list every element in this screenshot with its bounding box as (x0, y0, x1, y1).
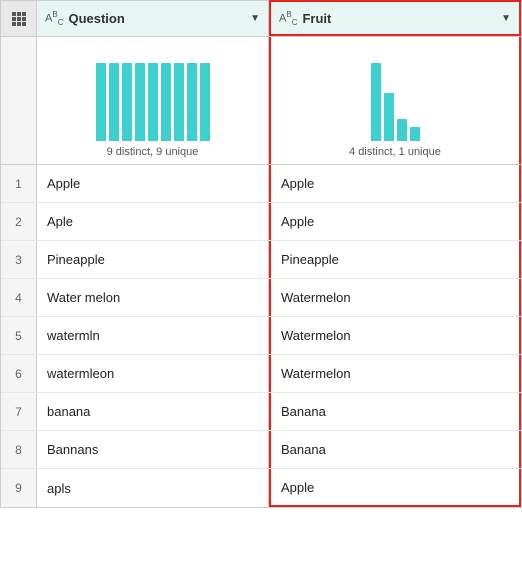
fruit-cell: Banana (269, 393, 521, 430)
table-row: 1 Apple Apple (1, 165, 521, 203)
fruit-bar-3 (397, 119, 407, 141)
fruit-cell: Apple (269, 469, 521, 507)
question-type-icon: ABC (45, 10, 63, 27)
bar-5 (148, 63, 158, 141)
fruit-bar-1 (371, 63, 381, 141)
table-row: 5 watermln Watermelon (1, 317, 521, 355)
bar-2 (109, 63, 119, 141)
question-dropdown-arrow[interactable]: ▼ (250, 13, 260, 24)
fruit-bar-2 (384, 93, 394, 141)
table-row: 3 Pineapple Pineapple (1, 241, 521, 279)
row-number: 8 (1, 431, 37, 468)
question-chart-cell: 9 distinct, 9 unique (37, 37, 269, 164)
question-column-header[interactable]: ABC Question ▼ (37, 1, 269, 36)
question-cell: Water melon (37, 279, 269, 316)
table-row: 8 Bannans Banana (1, 431, 521, 469)
grid-icon (12, 12, 26, 26)
row-number: 2 (1, 203, 37, 240)
row-number: 7 (1, 393, 37, 430)
bar-9 (200, 63, 210, 141)
fruit-cell: Pineapple (269, 241, 521, 278)
question-cell: apls (37, 469, 269, 507)
table-row: 7 banana Banana (1, 393, 521, 431)
bar-1 (96, 63, 106, 141)
fruit-cell: Watermelon (269, 355, 521, 392)
question-cell: Apple (37, 165, 269, 202)
fruit-column-header[interactable]: ABC Fruit ▼ (269, 0, 521, 36)
bar-6 (161, 63, 171, 141)
fruit-bars (371, 63, 420, 141)
question-cell: Bannans (37, 431, 269, 468)
row-number: 5 (1, 317, 37, 354)
question-cell: Pineapple (37, 241, 269, 278)
header-row: ABC Question ▼ ABC Fruit ▼ (1, 1, 521, 37)
row-number: 6 (1, 355, 37, 392)
row-number: 3 (1, 241, 37, 278)
table-row: 2 Aple Apple (1, 203, 521, 241)
fruit-cell: Banana (269, 431, 521, 468)
fruit-type-icon: ABC (279, 10, 297, 27)
question-cell: watermln (37, 317, 269, 354)
fruit-cell: Watermelon (269, 279, 521, 316)
chart-num-cell (1, 37, 37, 164)
row-number: 4 (1, 279, 37, 316)
table-row: 4 Water melon Watermelon (1, 279, 521, 317)
fruit-cell: Watermelon (269, 317, 521, 354)
question-cell: watermleon (37, 355, 269, 392)
fruit-chart-cell: 4 distinct, 1 unique (269, 37, 521, 164)
question-header-label: Question (68, 11, 245, 26)
question-cell: banana (37, 393, 269, 430)
fruit-chart-label: 4 distinct, 1 unique (349, 146, 441, 158)
bar-3 (122, 63, 132, 141)
bar-4 (135, 63, 145, 141)
question-chart-label: 9 distinct, 9 unique (107, 146, 199, 158)
fruit-cell: Apple (269, 203, 521, 240)
fruit-bar-4 (410, 127, 420, 141)
fruit-dropdown-arrow[interactable]: ▼ (501, 13, 511, 24)
fruit-cell: Apple (269, 165, 521, 202)
bar-8 (187, 63, 197, 141)
table-row: 9 apls Apple (1, 469, 521, 507)
fruit-header-label: Fruit (302, 11, 496, 26)
question-bars (96, 63, 210, 141)
row-number: 9 (1, 469, 37, 507)
row-number: 1 (1, 165, 37, 202)
question-cell: Aple (37, 203, 269, 240)
chart-section: 9 distinct, 9 unique 4 distinct, 1 uniqu… (1, 37, 521, 165)
table-row: 6 watermleon Watermelon (1, 355, 521, 393)
bar-7 (174, 63, 184, 141)
corner-cell (1, 1, 37, 36)
main-table: ABC Question ▼ ABC Fruit ▼ 9 disti (0, 0, 522, 508)
